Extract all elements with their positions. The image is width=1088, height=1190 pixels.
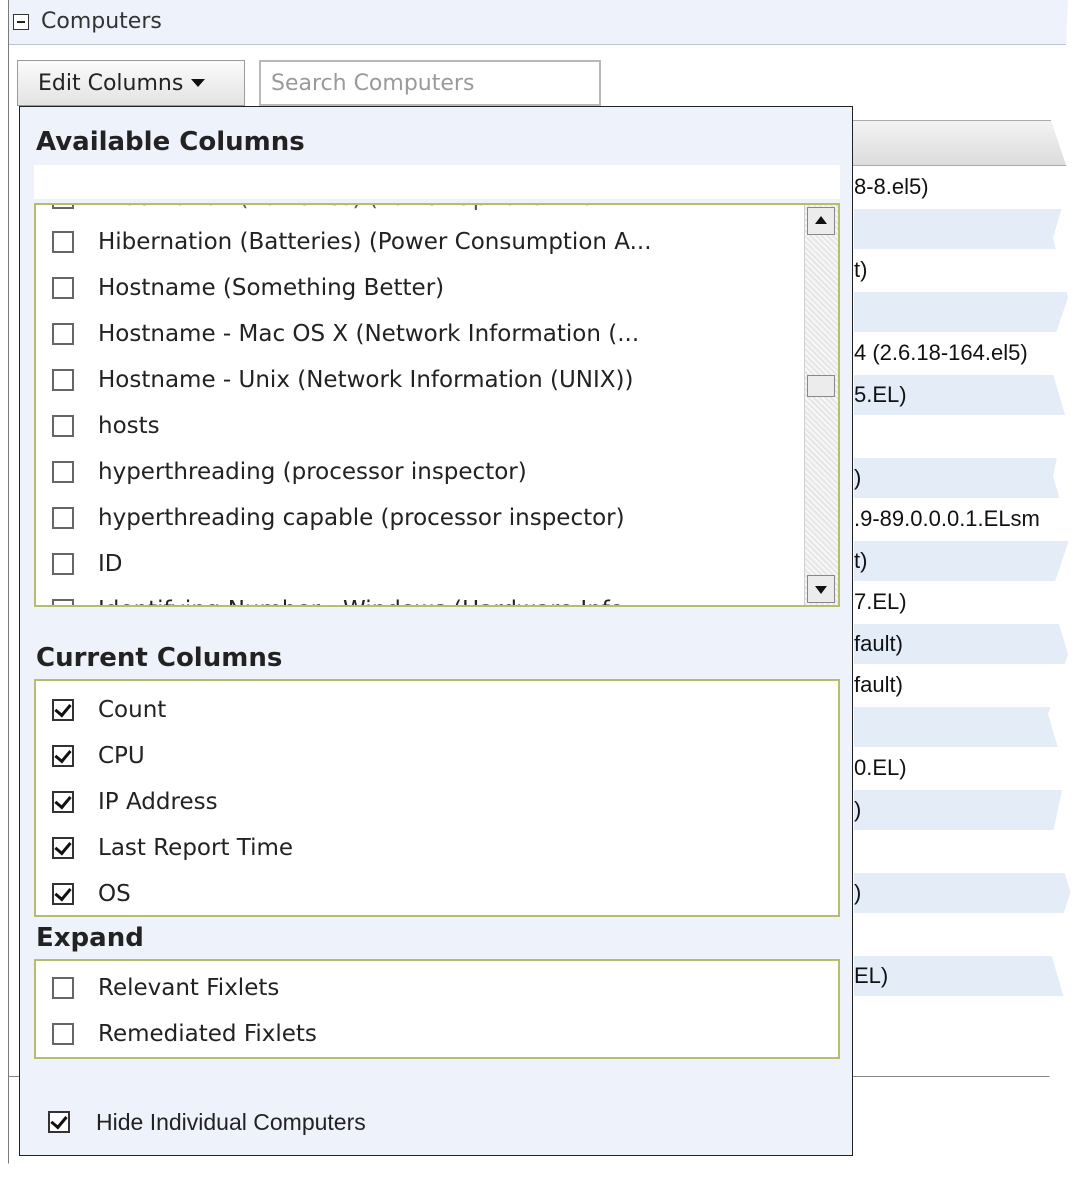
table-row[interactable]: ) xyxy=(854,457,1088,498)
scroll-up-button[interactable] xyxy=(807,207,835,235)
current-column-item-label: Count xyxy=(98,697,167,723)
current-column-item-checkbox[interactable] xyxy=(52,837,74,859)
expand-item[interactable]: Relevant Fixlets xyxy=(36,965,796,1011)
available-column-item-label: Hostname - Unix (Network Information (UN… xyxy=(98,367,634,393)
available-column-item-checkbox[interactable] xyxy=(52,507,74,529)
table-row[interactable]: t) xyxy=(854,250,1088,290)
available-column-item-checkbox[interactable] xyxy=(52,231,74,253)
table-row[interactable]: 0.EL) xyxy=(854,748,1088,788)
current-column-item-checkbox[interactable] xyxy=(52,745,74,767)
table-row[interactable]: .9-89.0.0.0.1.ELsm xyxy=(854,499,1088,539)
current-column-item-checkbox[interactable] xyxy=(52,883,74,905)
table-row[interactable]: ) xyxy=(854,789,1088,830)
current-column-item[interactable]: Count xyxy=(36,687,796,733)
available-column-item[interactable]: Hostname - Unix (Network Information (UN… xyxy=(36,357,796,403)
available-columns-list[interactable]: Hibernation (Batteries) (Power Options I… xyxy=(34,203,840,607)
collapse-icon[interactable] xyxy=(13,14,29,30)
current-column-item-label: IP Address xyxy=(98,789,218,815)
available-column-item-label: ID xyxy=(98,551,123,577)
current-columns-heading: Current Columns xyxy=(36,643,283,673)
available-column-item-label: hyperthreading (processor inspector) xyxy=(98,459,527,485)
available-column-item[interactable]: hyperthreading (processor inspector) xyxy=(36,449,796,495)
available-column-item-checkbox[interactable] xyxy=(52,205,74,209)
table-row[interactable] xyxy=(854,416,1088,456)
scroll-down-button[interactable] xyxy=(807,575,835,603)
table-row[interactable] xyxy=(854,208,1088,249)
arrow-down-icon xyxy=(815,586,827,594)
expand-item-checkbox[interactable] xyxy=(52,1023,74,1045)
available-column-item[interactable]: hosts xyxy=(36,403,796,449)
available-column-item-label: Hostname - Mac OS X (Network Information… xyxy=(98,321,640,347)
available-column-item-checkbox[interactable] xyxy=(52,461,74,483)
edit-columns-label: Edit Columns xyxy=(38,70,184,96)
available-column-item-label: Hibernation (Batteries) (Power Consumpti… xyxy=(98,229,652,255)
table-row[interactable]: t) xyxy=(854,540,1088,581)
current-column-item-checkbox[interactable] xyxy=(52,699,74,721)
current-column-item[interactable]: OS xyxy=(36,871,796,915)
available-column-item-checkbox[interactable] xyxy=(52,553,74,575)
table-row[interactable] xyxy=(854,291,1088,332)
available-column-item-label: Hibernation (Batteries) (Power Options I… xyxy=(98,205,648,211)
available-column-item-label: Identifying Number - Windows (Hardware I… xyxy=(98,597,645,605)
hide-individual-computers-option[interactable]: Hide Individual Computers xyxy=(34,1103,634,1143)
available-column-item[interactable]: Hostname - Mac OS X (Network Information… xyxy=(36,311,796,357)
available-columns-filter-input[interactable] xyxy=(34,165,840,199)
current-column-item-label: OS xyxy=(98,881,131,907)
edit-columns-button[interactable]: Edit Columns xyxy=(17,60,245,106)
current-column-item-checkbox[interactable] xyxy=(52,791,74,813)
table-row[interactable]: EL) xyxy=(854,955,1088,996)
current-columns-list[interactable]: Count CPU IP Address Last Report Time OS xyxy=(34,679,840,917)
expand-heading: Expand xyxy=(36,923,144,953)
current-column-item-label: CPU xyxy=(98,743,145,769)
table-row[interactable]: fault) xyxy=(854,623,1088,664)
available-column-item-label: hosts xyxy=(98,413,160,439)
available-column-item[interactable]: ID xyxy=(36,541,796,587)
available-column-item-checkbox[interactable] xyxy=(52,415,74,437)
vertical-scrollbar[interactable] xyxy=(804,205,838,605)
current-column-item-label: Last Report Time xyxy=(98,835,294,861)
section-title: Computers xyxy=(41,9,162,34)
available-column-item[interactable]: hyperthreading capable (processor inspec… xyxy=(36,495,796,541)
available-column-item-checkbox[interactable] xyxy=(52,323,74,345)
search-computers-input[interactable] xyxy=(259,60,601,106)
scroll-thumb[interactable] xyxy=(807,375,835,397)
expand-list[interactable]: Relevant Fixlets Remediated Fixlets xyxy=(34,959,840,1059)
edit-columns-panel: Available Columns Hibernation (Batteries… xyxy=(19,106,853,1156)
available-column-item-label: hyperthreading capable (processor inspec… xyxy=(98,505,625,531)
section-header: Computers xyxy=(9,0,1088,45)
table-row[interactable]: ) xyxy=(854,872,1088,913)
hide-individual-computers-label: Hide Individual Computers xyxy=(96,1109,366,1135)
table-row[interactable]: 5.EL) xyxy=(854,374,1088,415)
current-column-item[interactable]: Last Report Time xyxy=(36,825,796,871)
dropdown-arrow-icon xyxy=(191,79,206,87)
available-column-item-checkbox[interactable] xyxy=(52,277,74,299)
table-row[interactable] xyxy=(854,831,1088,871)
available-column-item[interactable]: Identifying Number - Windows (Hardware I… xyxy=(36,587,796,605)
available-column-item-checkbox[interactable] xyxy=(52,599,74,605)
hide-individual-computers-checkbox[interactable] xyxy=(48,1111,70,1133)
expand-item[interactable]: Remediated Fixlets xyxy=(36,1011,796,1057)
available-column-item[interactable]: Hostname (Something Better) xyxy=(36,265,796,311)
expand-item-label: Relevant Fixlets xyxy=(98,975,280,1001)
current-column-item[interactable]: CPU xyxy=(36,733,796,779)
expand-item-checkbox[interactable] xyxy=(52,977,74,999)
available-columns-heading: Available Columns xyxy=(36,127,305,157)
table-row[interactable]: 8-8.el5) xyxy=(854,167,1088,207)
table-header xyxy=(839,120,1088,166)
table-row[interactable]: fault) xyxy=(854,665,1088,705)
available-column-item-checkbox[interactable] xyxy=(52,369,74,391)
arrow-up-icon xyxy=(815,216,827,224)
computers-window: Computers 8-8.el5) t) 4 (2.6.18-164.el5) 5.… xyxy=(8,0,1088,1190)
expand-item-label: Remediated Fixlets xyxy=(98,1021,317,1047)
available-column-item[interactable]: Hibernation (Batteries) (Power Consumpti… xyxy=(36,219,796,265)
current-column-item[interactable]: IP Address xyxy=(36,779,796,825)
available-column-item-label: Hostname (Something Better) xyxy=(98,275,445,301)
